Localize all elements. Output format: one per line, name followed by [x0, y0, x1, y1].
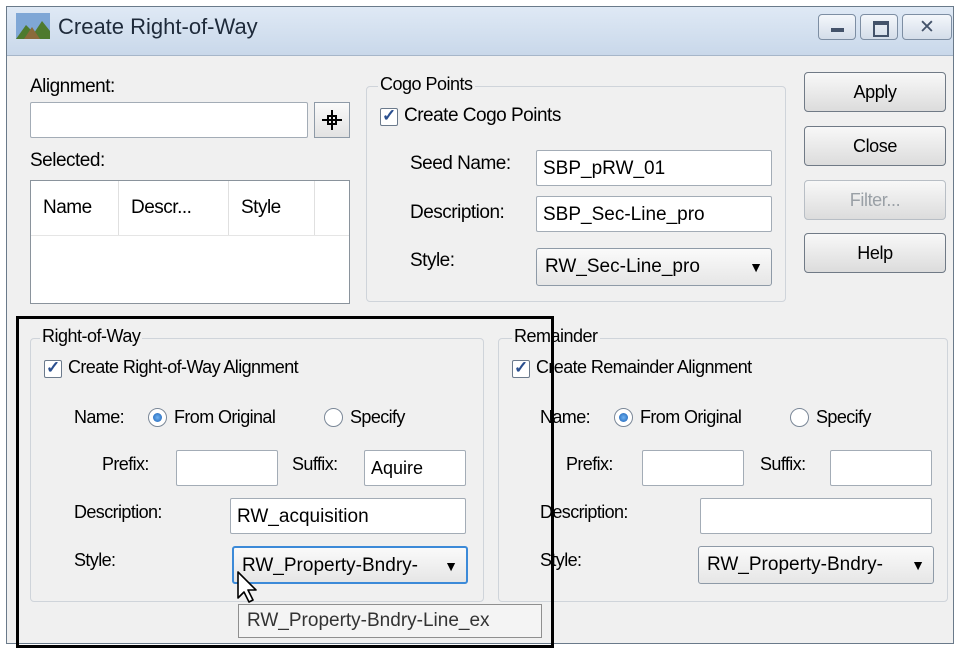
maximize-icon [873, 21, 889, 37]
seed-name-input[interactable]: SBP_pRW_01 [536, 150, 772, 186]
maximize-button[interactable] [860, 14, 898, 40]
cogo-description-label: Description: [410, 202, 505, 223]
app-icon [16, 13, 50, 39]
column-header-style[interactable]: Style [229, 181, 315, 235]
alignment-label: Alignment: [30, 76, 115, 97]
chevron-down-icon: ▼ [911, 557, 925, 573]
remainder-from-original-radio[interactable] [614, 408, 633, 427]
remainder-style-select[interactable]: RW_Property-Bndry- ▼ [698, 546, 934, 584]
remainder-specify-radio[interactable] [790, 408, 809, 427]
cogo-description-input[interactable]: SBP_Sec-Line_pro [536, 196, 772, 232]
remainder-specify-label: Specify [816, 407, 871, 427]
close-icon: ✕ [919, 17, 935, 38]
help-button[interactable]: Help [804, 233, 946, 273]
create-cogo-points-label: Create Cogo Points [404, 105, 561, 126]
chevron-down-icon: ▼ [749, 259, 763, 275]
create-cogo-points-checkbox[interactable] [380, 106, 398, 126]
list-header: Name Descr... Style [31, 181, 349, 236]
minimize-button[interactable] [818, 14, 856, 40]
filter-button[interactable]: Filter... [804, 180, 946, 220]
cogo-style-value: RW_Sec-Line_pro [545, 256, 700, 277]
remainder-suffix-label: Suffix: [760, 454, 806, 474]
apply-button[interactable]: Apply [804, 72, 946, 112]
cogo-style-select[interactable]: RW_Sec-Line_pro ▼ [536, 248, 772, 286]
alignment-pick-button[interactable] [314, 102, 350, 138]
cogo-points-group-label: Cogo Points [378, 74, 475, 95]
window-title: Create Right-of-Way [58, 14, 258, 39]
remainder-description-input[interactable] [700, 498, 932, 534]
remainder-prefix-label: Prefix: [566, 454, 613, 474]
remainder-from-original-label: From Original [640, 407, 742, 427]
remainder-style-value: RW_Property-Bndry- [707, 554, 883, 575]
crosshair-pick-icon [322, 110, 342, 130]
create-remainder-alignment-label: Create Remainder Alignment [536, 357, 752, 377]
remainder-prefix-input[interactable] [642, 450, 744, 486]
column-header-name[interactable]: Name [31, 181, 119, 235]
cogo-style-label: Style: [410, 250, 455, 271]
highlight-box [16, 316, 554, 648]
remainder-suffix-input[interactable] [830, 450, 932, 486]
mouse-pointer-icon [237, 571, 257, 603]
selected-list[interactable]: Name Descr... Style [30, 180, 350, 304]
minimize-icon [831, 28, 844, 32]
column-header-description[interactable]: Descr... [119, 181, 229, 235]
seed-name-label: Seed Name: [410, 153, 511, 174]
alignment-input[interactable] [30, 102, 308, 138]
style-tooltip: RW_Property-Bndry-Line_ex [238, 604, 542, 638]
close-window-button[interactable]: ✕ [902, 14, 952, 40]
close-button[interactable]: Close [804, 126, 946, 166]
selected-label: Selected: [30, 150, 105, 171]
